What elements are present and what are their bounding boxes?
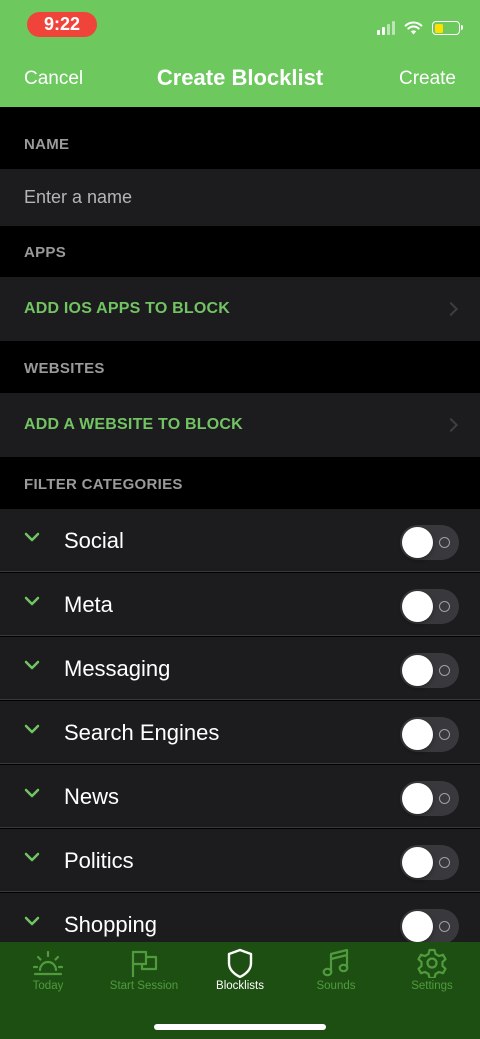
category-toggle[interactable]: [400, 525, 459, 560]
category-label: Messaging: [64, 656, 171, 681]
chevron-down-icon[interactable]: [24, 851, 40, 863]
chevron-down-icon[interactable]: [24, 531, 40, 543]
chevron-down-icon[interactable]: [24, 723, 40, 735]
cancel-button[interactable]: Cancel: [24, 68, 83, 90]
section-label-name: NAME: [24, 136, 70, 153]
category-toggle[interactable]: [400, 589, 459, 624]
sun-horizon-icon: [32, 950, 64, 976]
tab-today[interactable]: Today: [0, 942, 96, 1002]
chevron-down-icon[interactable]: [24, 595, 40, 607]
category-toggle[interactable]: [400, 845, 459, 880]
chevron-right-icon: [443, 301, 459, 317]
battery-icon: [432, 21, 463, 35]
chevron-down-icon[interactable]: [24, 787, 40, 799]
tab-label: Settings: [411, 980, 453, 992]
category-row-meta[interactable]: Meta: [0, 573, 480, 636]
category-row-news[interactable]: News: [0, 765, 480, 828]
cellular-signal-icon: [377, 21, 395, 35]
home-indicator: [154, 1024, 326, 1030]
add-website-label: ADD A WEBSITE TO BLOCK: [24, 416, 243, 433]
category-label: Search Engines: [64, 720, 220, 745]
category-label: Social: [64, 528, 124, 553]
category-toggle[interactable]: [400, 781, 459, 816]
tab-label: Today: [32, 980, 64, 992]
tab-settings[interactable]: Settings: [384, 942, 480, 1002]
category-label: News: [64, 784, 120, 809]
status-time: 9:22: [27, 12, 97, 37]
status-icons: [377, 18, 463, 38]
category-toggle[interactable]: [400, 909, 459, 944]
chevron-right-icon: [443, 417, 459, 433]
tab-label: Start Session: [109, 980, 179, 992]
category-label: Shopping: [64, 912, 157, 937]
category-row-politics[interactable]: Politics: [0, 829, 480, 892]
navigation-header: 9:22 Cancel Create Blocklist Create: [0, 0, 480, 107]
section-label-filter-categories: FILTER CATEGORIES: [24, 476, 183, 493]
category-row-social[interactable]: Social: [0, 509, 480, 572]
category-toggle[interactable]: [400, 653, 459, 688]
section-label-websites: WEBSITES: [24, 360, 105, 377]
add-website-row[interactable]: ADD A WEBSITE TO BLOCK: [0, 393, 480, 457]
shield-icon: [227, 948, 253, 978]
gear-icon: [417, 948, 447, 978]
create-button[interactable]: Create: [399, 68, 456, 90]
tab-label: Blocklists: [216, 980, 264, 992]
category-row-search-engines[interactable]: Search Engines: [0, 701, 480, 764]
wifi-icon: [404, 21, 423, 35]
name-input[interactable]: [0, 169, 480, 226]
chevron-down-icon[interactable]: [24, 659, 40, 671]
category-label: Politics: [64, 848, 134, 873]
add-apps-label: ADD IOS APPS TO BLOCK: [24, 300, 230, 317]
chevron-down-icon[interactable]: [24, 915, 40, 927]
tab-blocklists[interactable]: Blocklists: [192, 942, 288, 1002]
category-row-messaging[interactable]: Messaging: [0, 637, 480, 700]
category-toggle[interactable]: [400, 717, 459, 752]
music-note-icon: [322, 948, 349, 977]
tab-label: Sounds: [316, 980, 356, 992]
tab-sounds[interactable]: Sounds: [288, 942, 384, 1002]
section-label-apps: APPS: [24, 244, 67, 261]
flag-icon: [131, 950, 158, 977]
tab-start-session[interactable]: Start Session: [96, 942, 192, 1002]
category-label: Meta: [64, 592, 113, 617]
add-apps-row[interactable]: ADD IOS APPS TO BLOCK: [0, 277, 480, 341]
